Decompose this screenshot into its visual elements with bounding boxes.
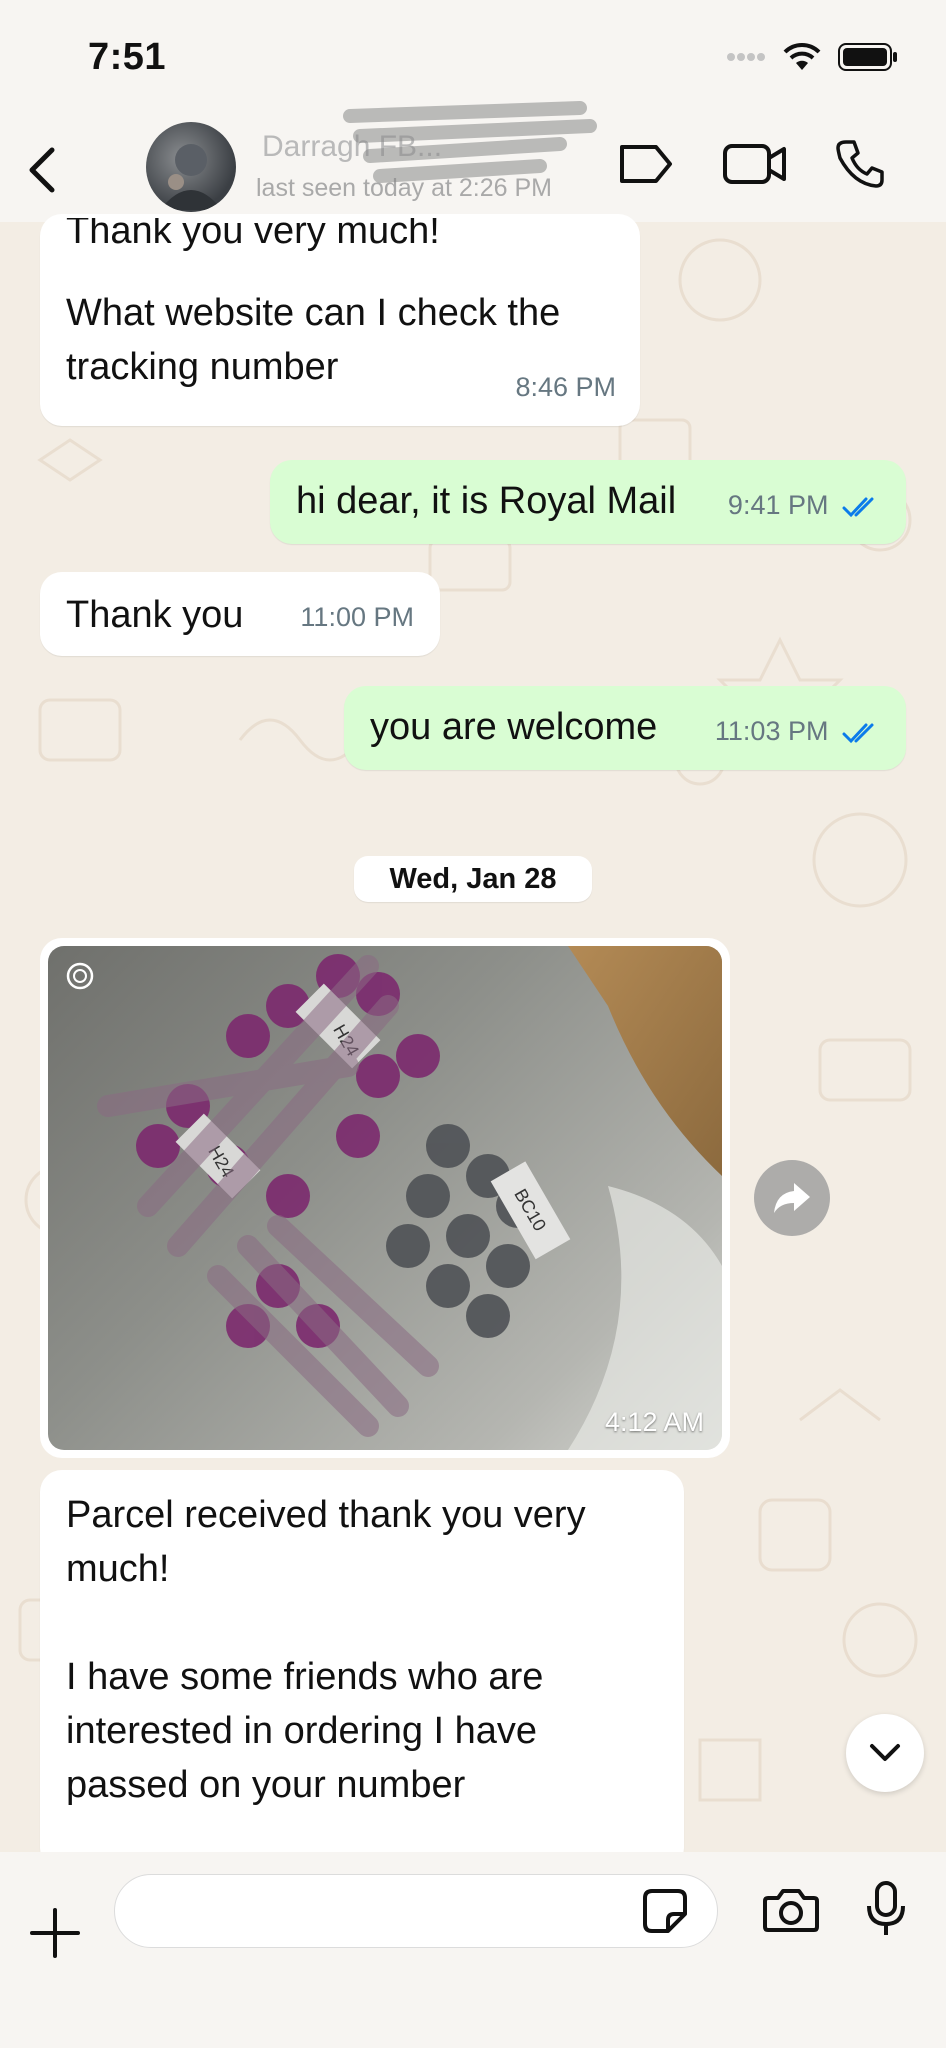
back-icon[interactable] [18,140,68,200]
forward-button[interactable] [754,1160,830,1236]
microphone-icon[interactable] [866,1880,906,1943]
contact-name[interactable]: Darragh FB... [262,130,442,164]
message-time: 9:41 PM [728,478,882,532]
message-bubble-outgoing[interactable]: hi dear, it is Royal Mail 9:41 PM [270,460,906,544]
camera-icon[interactable] [762,1886,820,1939]
image-message[interactable]: H24 H24 BC10 4:12 AM [40,938,730,1458]
message-line: What website can I check the [66,292,561,334]
plus-icon[interactable] [30,1908,80,1963]
chat-header: Darragh FB... last seen today at 2:26 PM [0,120,946,222]
message-bubble-outgoing[interactable]: you are welcome 11:03 PM [344,686,906,770]
message-text: hi dear, it is Royal Mail [296,480,677,522]
message-line: I have some friends who are [66,1656,544,1698]
battery-icon [838,43,898,76]
wifi-icon [782,42,822,77]
message-text: Thank you [66,594,244,636]
status-time: 7:51 [88,36,167,78]
forward-icon [774,1183,810,1213]
message-line: passed on your number [66,1764,466,1806]
message-line: Parcel received thank you very [66,1494,586,1536]
header-actions [616,138,886,195]
label-tag-icon[interactable] [616,141,676,192]
sticker-icon[interactable] [642,1888,688,1939]
message-time: 8:46 PM [515,372,616,402]
status-icons [726,42,898,77]
voice-call-icon[interactable] [834,138,886,195]
read-ticks-icon [842,497,874,518]
message-line [66,1596,658,1650]
status-bar: 7:51 [0,0,946,120]
image-time: 4:12 AM [604,1407,704,1437]
message-bubble-incoming[interactable]: Thank you very much! What website can I … [40,214,640,426]
scroll-to-bottom-button[interactable] [846,1714,924,1792]
photo[interactable]: H24 H24 BC10 4:12 AM [48,946,722,1450]
photo-content: H24 H24 BC10 [66,946,722,1450]
message-line: Thank you very much! [66,218,440,252]
message-bubble-incoming[interactable]: Parcel received thank you very much! I h… [40,1470,684,1870]
chevron-down-icon [870,1744,900,1761]
message-time: 11:03 PM [715,704,882,758]
contact-status: last seen today at 2:26 PM [256,174,553,202]
message-bubble-incoming[interactable]: Thank you 11:00 PM [40,572,440,656]
video-call-icon[interactable] [722,141,788,192]
message-line: interested in ordering I have [66,1710,538,1752]
message-line: much! [66,1548,170,1590]
message-text: you are welcome [370,706,658,748]
message-input[interactable] [114,1874,718,1948]
message-time-text: 9:41 PM [727,490,829,520]
read-ticks-icon [842,723,874,744]
message-line [66,258,614,286]
avatar[interactable] [146,122,236,212]
message-time-text: 11:03 PM [714,716,829,746]
signal-icon [726,50,766,69]
composer-bar [0,1852,946,2048]
date-divider: Wed, Jan 28 [354,856,592,902]
message-time: 11:00 PM [300,602,414,632]
